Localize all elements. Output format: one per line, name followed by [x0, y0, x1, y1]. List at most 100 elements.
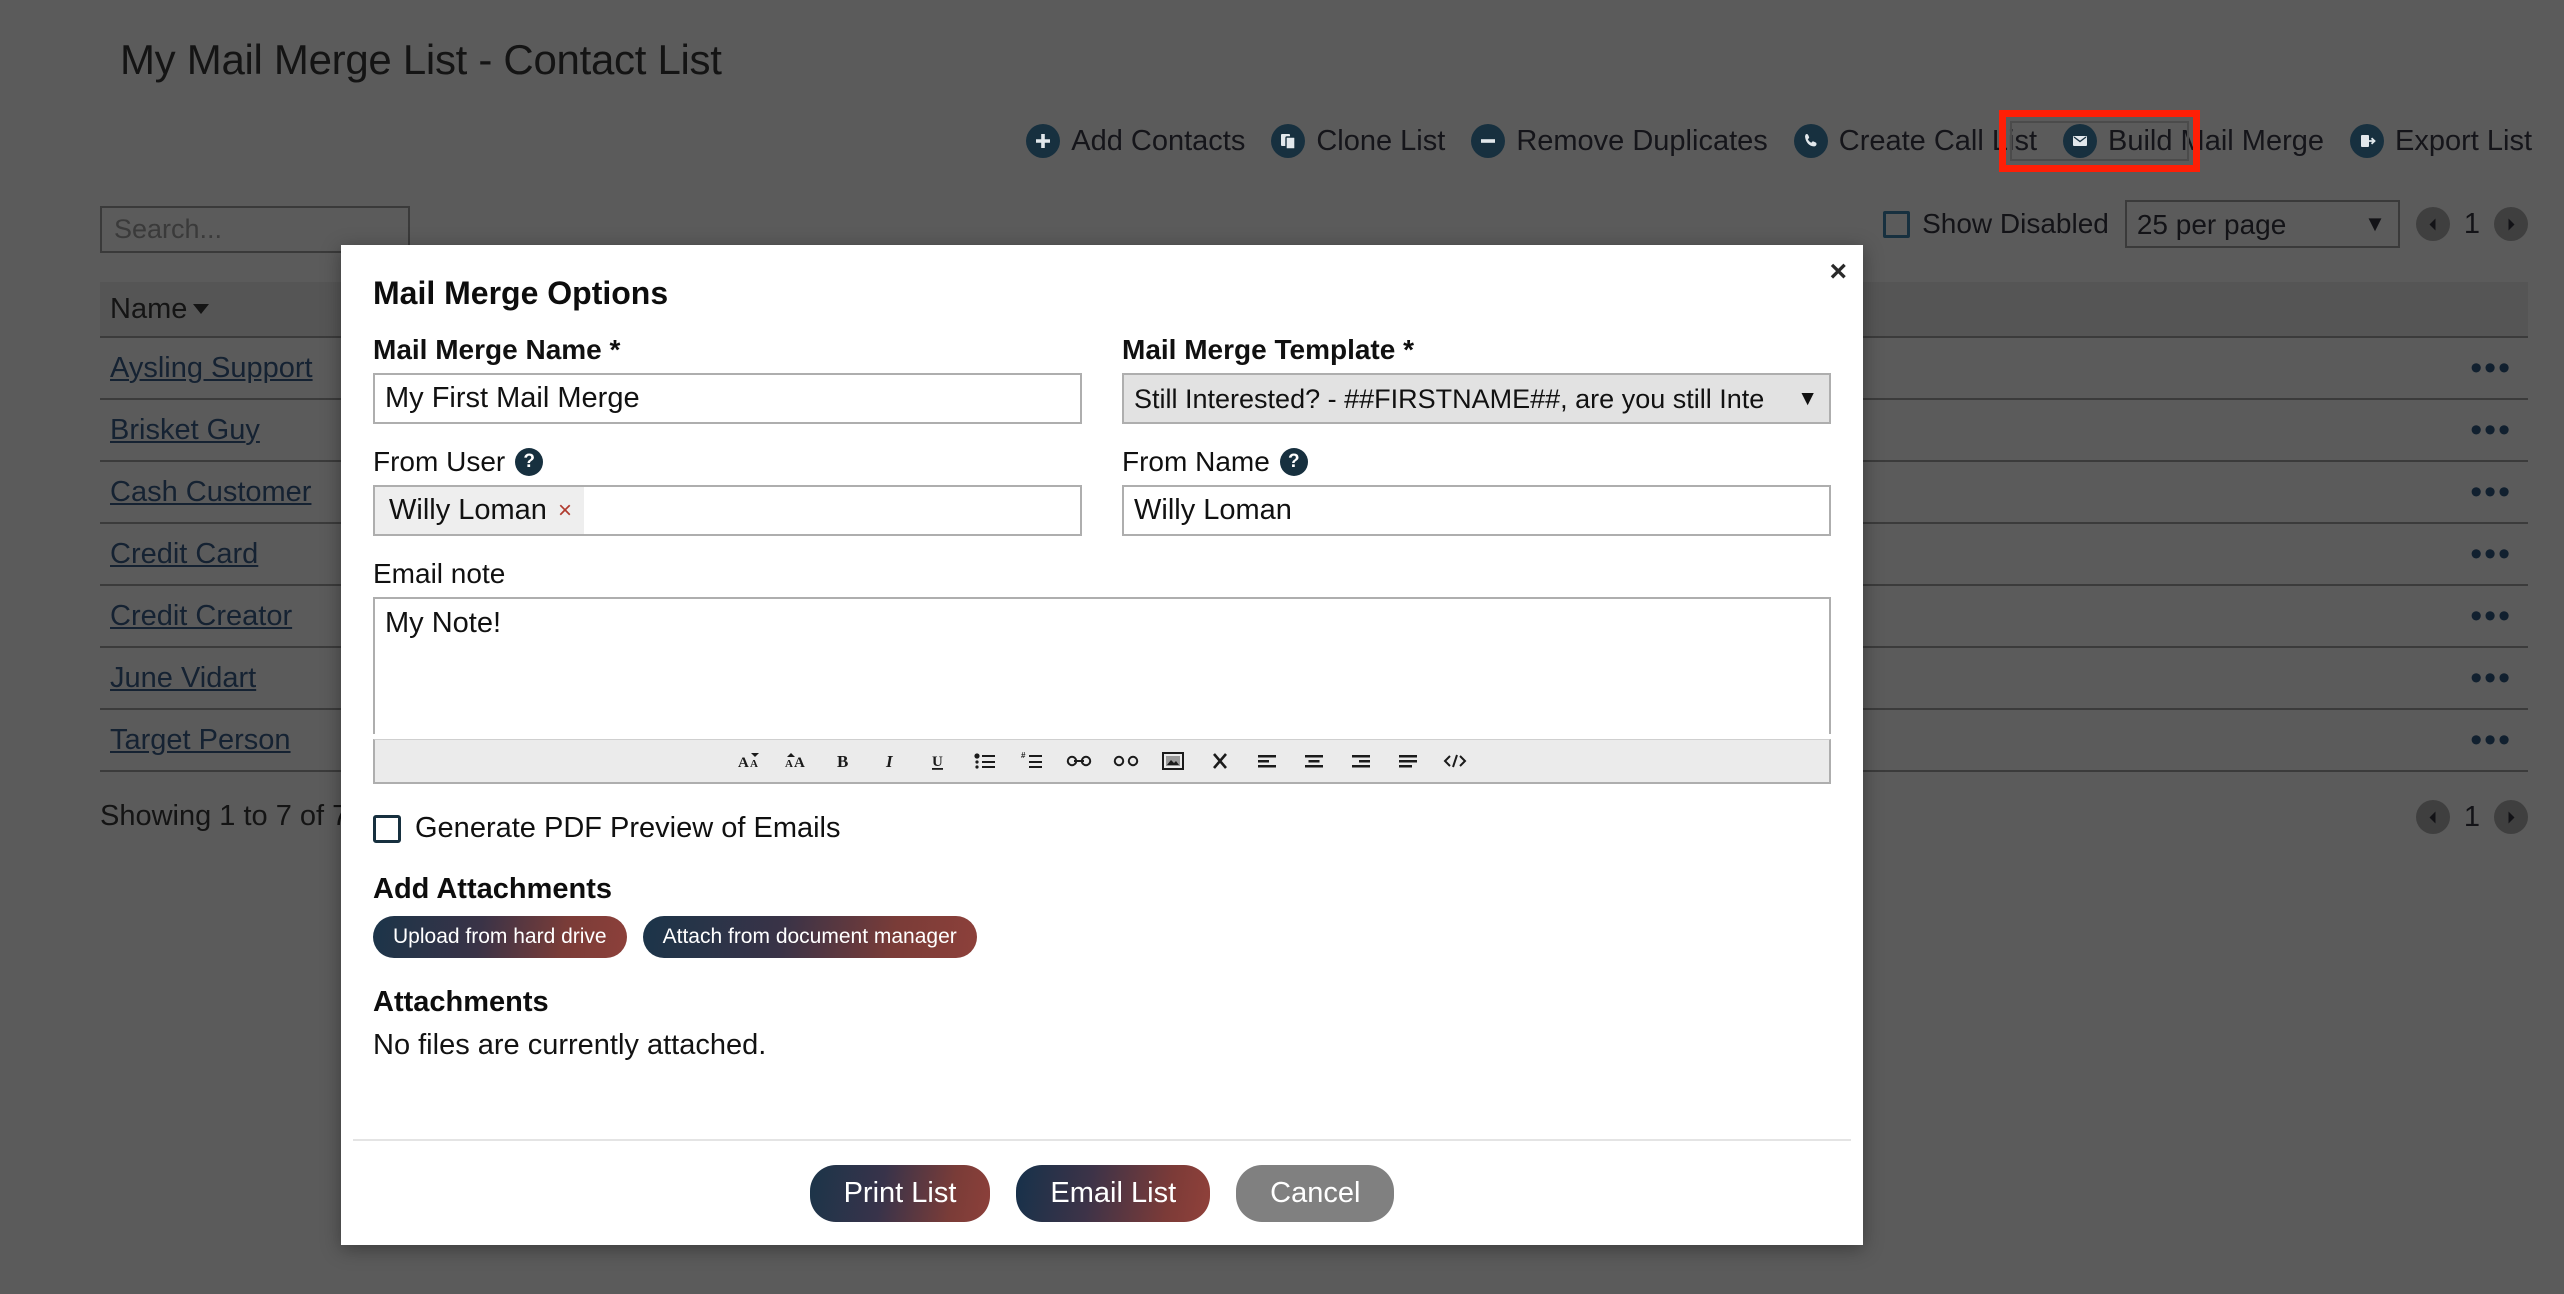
align-left-icon[interactable] [1254, 748, 1280, 774]
decrease-font-size-icon[interactable]: AA [737, 748, 763, 774]
increase-font-size-icon[interactable]: AA [784, 748, 810, 774]
action-toolbar: Add Contacts Clone List Remove Duplicate… [1026, 124, 2532, 158]
next-page-button-bottom[interactable] [2494, 800, 2528, 834]
email-note-field: Email note My Note! AA AA B I U # [373, 558, 1831, 784]
from-name-input[interactable] [1122, 485, 1831, 536]
show-disabled-checkbox[interactable] [1883, 210, 1911, 238]
plus-circle-icon [1026, 124, 1061, 158]
page-title: My Mail Merge List - Contact List [120, 36, 722, 83]
row-menu-icon[interactable]: ••• [2448, 723, 2528, 757]
email-list-button[interactable]: Email List [1016, 1164, 1211, 1222]
list-controls: Show Disabled 25 per page ▼ 1 [1883, 200, 2528, 248]
svg-text:A: A [750, 758, 758, 770]
generate-pdf-preview-row[interactable]: Generate PDF Preview of Emails [373, 812, 1831, 845]
dialog-body: Mail Merge Options Mail Merge Name * Mai… [341, 245, 1863, 1062]
contact-link[interactable]: Aysling Support [110, 352, 313, 384]
cancel-button[interactable]: Cancel [1236, 1164, 1395, 1222]
help-icon[interactable]: ? [1279, 448, 1308, 476]
contact-link[interactable]: Target Person [110, 724, 291, 756]
merge-template-field: Mail Merge Template * Still Interested? … [1122, 334, 1831, 424]
from-name-field: From Name ? [1122, 446, 1831, 536]
prev-page-button[interactable] [2415, 207, 2450, 241]
email-note-textarea[interactable]: My Note! [373, 597, 1831, 734]
email-note-label: Email note [373, 558, 506, 589]
contact-link[interactable]: June Vidart [110, 662, 256, 694]
upload-from-hard-drive-button[interactable]: Upload from hard drive [373, 916, 627, 958]
align-justify-icon[interactable] [1395, 748, 1421, 774]
toolbar-build-mail-merge[interactable]: Build Mail Merge [2063, 124, 2324, 158]
from-row: From User ? Willy Loman × From Name ? [373, 446, 1831, 536]
merge-name-field: Mail Merge Name * [373, 334, 1082, 424]
copy-icon [1271, 124, 1306, 158]
contact-link[interactable]: Credit Card [110, 538, 258, 570]
toolbar-clone-list[interactable]: Clone List [1271, 124, 1445, 158]
toolbar-create-call-list-label: Create Call List [1838, 124, 2038, 157]
row-menu-icon[interactable]: ••• [2448, 351, 2528, 385]
contact-link[interactable]: Cash Customer [110, 476, 311, 508]
row-menu-icon[interactable]: ••• [2448, 475, 2528, 509]
bold-icon[interactable]: B [831, 748, 857, 774]
mail-merge-icon [2063, 124, 2098, 158]
prev-page-button-bottom[interactable] [2415, 800, 2450, 834]
toolbar-add-contacts-label: Add Contacts [1071, 124, 1246, 157]
underline-icon[interactable]: U [925, 748, 951, 774]
from-user-chip: Willy Loman × [375, 487, 584, 534]
svg-text:#: # [1021, 752, 1026, 760]
generate-pdf-preview-label: Generate PDF Preview of Emails [415, 812, 841, 844]
add-attachments-heading: Add Attachments [373, 873, 612, 905]
from-user-label: From User ? [373, 446, 1082, 478]
svg-text:A: A [794, 755, 805, 771]
toolbar-remove-duplicates-label: Remove Duplicates [1516, 124, 1768, 157]
showing-count: Showing 1 to 7 of 7 [100, 800, 349, 832]
remove-chip-icon[interactable]: × [558, 497, 572, 525]
contact-link[interactable]: Credit Creator [110, 600, 292, 632]
per-page-select[interactable]: 25 per page [2124, 200, 2400, 248]
merge-name-label: Mail Merge Name * [373, 334, 621, 365]
insert-link-icon[interactable] [1066, 748, 1092, 774]
toolbar-create-call-list[interactable]: Create Call List [1793, 124, 2038, 158]
contact-link[interactable]: Brisket Guy [110, 414, 260, 446]
merge-name-input[interactable] [373, 373, 1082, 424]
svg-text:I: I [885, 752, 894, 771]
row-menu-icon[interactable]: ••• [2448, 661, 2528, 695]
from-user-chip-label: Willy Loman [389, 494, 547, 526]
close-icon[interactable]: × [1829, 257, 1847, 287]
row-menu-icon[interactable]: ••• [2448, 599, 2528, 633]
numbered-list-icon[interactable]: # [1019, 748, 1045, 774]
export-icon [2350, 124, 2384, 158]
dialog-title: Mail Merge Options [373, 275, 669, 311]
italic-icon[interactable]: I [878, 748, 904, 774]
per-page-select-wrap: 25 per page ▼ [2124, 200, 2400, 248]
toolbar-add-contacts[interactable]: Add Contacts [1026, 124, 1245, 158]
next-page-button[interactable] [2494, 207, 2528, 241]
generate-pdf-preview-checkbox[interactable] [373, 814, 401, 843]
bullet-list-icon[interactable] [972, 748, 998, 774]
source-code-icon[interactable] [1442, 748, 1468, 774]
name-template-row: Mail Merge Name * Mail Merge Template * … [373, 334, 1831, 424]
help-icon[interactable]: ? [515, 448, 544, 476]
merge-template-label: Mail Merge Template * [1122, 334, 1415, 365]
attach-from-document-manager-button[interactable]: Attach from document manager [642, 916, 977, 958]
merge-template-select[interactable]: Still Interested? - ##FIRSTNAME##, are y… [1122, 373, 1831, 424]
bottom-pager: 1 [2415, 800, 2528, 834]
dialog-footer: Print List Email List Cancel [353, 1139, 1851, 1245]
align-right-icon[interactable] [1348, 748, 1374, 774]
svg-text:U: U [932, 754, 943, 770]
clear-formatting-icon[interactable] [1207, 748, 1233, 774]
top-pager: 1 [2415, 207, 2528, 241]
toolbar-remove-duplicates[interactable]: Remove Duplicates [1471, 124, 1768, 158]
from-user-input[interactable]: Willy Loman × [373, 485, 1082, 536]
show-disabled-toggle[interactable]: Show Disabled [1883, 208, 2109, 240]
align-center-icon[interactable] [1301, 748, 1327, 774]
phone-icon [1793, 124, 1828, 158]
svg-text:A: A [738, 755, 749, 771]
show-disabled-label: Show Disabled [1922, 208, 2109, 239]
row-menu-icon[interactable]: ••• [2448, 537, 2528, 571]
svg-text:B: B [837, 752, 848, 771]
page-number-bottom: 1 [2463, 800, 2480, 833]
insert-image-icon[interactable] [1160, 748, 1186, 774]
print-list-button[interactable]: Print List [809, 1164, 991, 1222]
remove-link-icon[interactable] [1113, 748, 1139, 774]
toolbar-export-list[interactable]: Export List [2350, 124, 2532, 158]
row-menu-icon[interactable]: ••• [2448, 413, 2528, 447]
